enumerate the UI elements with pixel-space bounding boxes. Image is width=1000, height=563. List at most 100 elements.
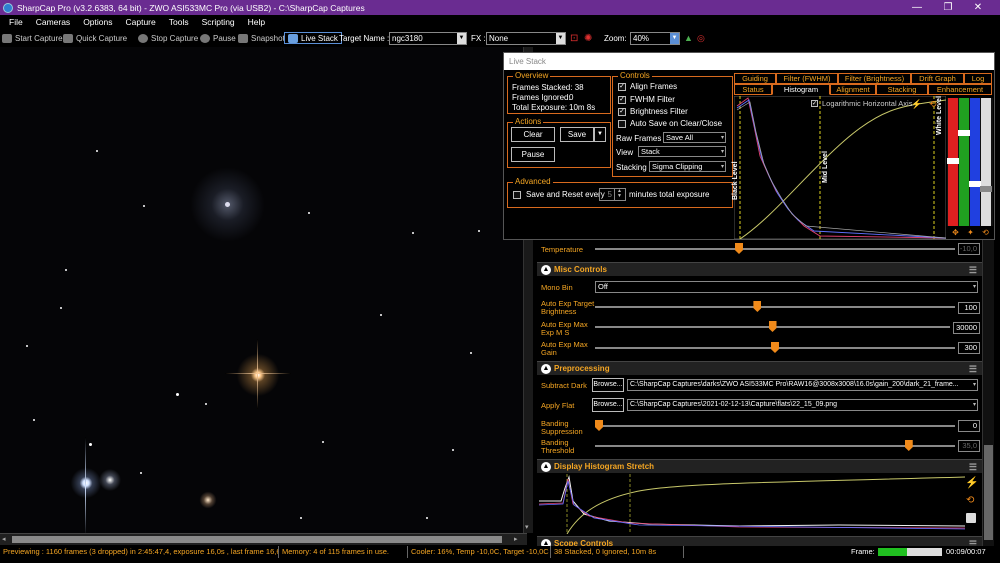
auto-color-icon[interactable]: ✦ xyxy=(967,227,974,238)
stop-capture-button[interactable]: Stop Capture xyxy=(138,32,198,44)
menu-cameras[interactable]: Cameras xyxy=(36,17,70,27)
save-icon[interactable] xyxy=(966,513,976,523)
chevron-down-icon[interactable]: ▼ xyxy=(670,33,679,44)
tab-status[interactable]: Status xyxy=(734,84,772,95)
chevron-down-icon[interactable]: ▼ xyxy=(556,33,565,44)
view-select[interactable]: Stack ▾ xyxy=(638,146,726,157)
fwhm-filter-label: FWHM Filter xyxy=(630,95,675,104)
menu-icon[interactable]: ☰ xyxy=(969,460,977,474)
live-stack-button[interactable]: Live Stack xyxy=(284,32,342,44)
chevron-left-icon[interactable]: ◂ xyxy=(2,535,6,543)
chevron-down-icon[interactable]: ▼ xyxy=(457,33,466,44)
pause-button[interactable]: Pause xyxy=(200,32,236,44)
tab-histogram[interactable]: Histogram xyxy=(772,84,830,95)
save-button[interactable]: Save xyxy=(560,127,594,142)
crosshair-icon[interactable]: ◎ xyxy=(697,32,705,44)
green-slider[interactable] xyxy=(958,98,970,226)
minutes-stepper[interactable]: 5 ▲ ▼ xyxy=(599,188,626,201)
star xyxy=(176,393,179,396)
camera-preview[interactable] xyxy=(0,47,527,533)
pause-button[interactable]: Pause xyxy=(511,147,555,162)
auto-exp-max-ms-value[interactable]: 30000 xyxy=(953,322,980,334)
target-icon[interactable]: ✺ xyxy=(584,32,592,44)
tab-guiding[interactable]: Guiding xyxy=(734,73,776,84)
scroll-thumb[interactable] xyxy=(12,536,502,543)
subtract-dark-path[interactable]: C:\SharpCap Captures\darks\ZWO ASI533MC … xyxy=(627,379,978,391)
target-name-input[interactable]: ngc3180 ▼ xyxy=(389,32,467,45)
menu-icon[interactable]: ☰ xyxy=(969,263,977,277)
save-dropdown-button[interactable]: ▼ xyxy=(594,127,606,142)
apply-flat-path[interactable]: C:\SharpCap Captures\2021-02-12-13\Captu… xyxy=(627,399,978,411)
auto-exp-target-value[interactable]: 100 xyxy=(958,302,980,314)
tab-stacking[interactable]: Stacking xyxy=(876,84,928,95)
tab-filter-fwhm[interactable]: Filter (FWHM) xyxy=(776,73,838,84)
brightness-filter-checkbox[interactable]: ✓ xyxy=(618,108,626,116)
tab-drift-graph[interactable]: Drift Graph xyxy=(911,73,964,84)
menu-capture[interactable]: Capture xyxy=(125,17,155,27)
misc-controls-header[interactable]: ▲ Misc Controls ☰ xyxy=(537,262,982,276)
preview-horizontal-scrollbar[interactable]: ◂ ▸ xyxy=(0,533,527,545)
overview-group: Overview Frames Stacked: 38 Frames Ignor… xyxy=(507,71,611,114)
log-axis-checkbox[interactable]: ✓ xyxy=(811,100,818,107)
banding-suppression-value[interactable]: 0 xyxy=(958,420,980,432)
fx-select[interactable]: None ▼ xyxy=(486,32,566,45)
display-histogram-stretch-header[interactable]: ▲ Display Histogram Stretch ☰ xyxy=(537,459,982,473)
red-slider[interactable] xyxy=(947,98,959,226)
auto-exp-max-ms-label: Auto Exp Max Exp M S xyxy=(541,320,588,337)
menu-scripting[interactable]: Scripting xyxy=(202,17,235,27)
banding-suppression-slider[interactable] xyxy=(595,420,955,431)
tab-filter-brightness[interactable]: Filter (Brightness) xyxy=(838,73,911,84)
banding-threshold-slider[interactable] xyxy=(595,440,955,451)
preprocessing-header[interactable]: ▲ Preprocessing ☰ xyxy=(537,361,982,375)
temperature-slider[interactable] xyxy=(595,243,955,254)
stacking-select[interactable]: Sigma Clipping ▾ xyxy=(649,161,726,172)
subtract-dark-browse-button[interactable]: Browse... xyxy=(592,378,624,392)
tab-enhancement[interactable]: Enhancement xyxy=(928,84,992,95)
minimize-button[interactable]: — xyxy=(902,0,932,15)
menu-tools[interactable]: Tools xyxy=(169,17,189,27)
clear-button[interactable]: Clear xyxy=(511,127,555,142)
control-panel-scrollbar[interactable] xyxy=(982,240,994,546)
collapse-icon[interactable]: ▲ xyxy=(541,462,551,472)
auto-stretch-icon[interactable]: ⚡ xyxy=(965,476,979,489)
align-frames-checkbox[interactable]: ✓ xyxy=(618,83,626,91)
start-capture-button[interactable]: Start Capture xyxy=(2,32,63,44)
luminance-slider[interactable] xyxy=(980,98,992,226)
auto-stretch-icon[interactable]: ⚡ xyxy=(911,99,922,110)
pick-icon[interactable]: ✥ xyxy=(952,227,959,238)
collapse-icon[interactable]: ▲ xyxy=(541,265,551,275)
brightness-filter-label: Brightness Filter xyxy=(630,107,688,116)
tab-alignment[interactable]: Alignment xyxy=(830,84,876,95)
apply-flat-browse-button[interactable]: Browse... xyxy=(592,398,624,412)
mono-bin-select[interactable]: Off ▾ xyxy=(595,281,978,293)
collapse-icon[interactable]: ▲ xyxy=(541,364,551,374)
menu-help[interactable]: Help xyxy=(248,17,265,27)
snapshot-button[interactable]: Snapshot xyxy=(238,32,285,44)
reset-icon[interactable]: ⟲ xyxy=(982,227,989,238)
auto-exp-max-gain-slider[interactable] xyxy=(595,342,955,353)
save-reset-checkbox[interactable] xyxy=(513,191,521,199)
histogram-icon[interactable]: ▲ xyxy=(684,32,693,44)
blue-slider[interactable] xyxy=(969,98,981,226)
zoom-select[interactable]: 40% ▼ xyxy=(630,32,680,45)
quick-capture-button[interactable]: Quick Capture xyxy=(63,32,127,44)
fwhm-filter-checkbox[interactable]: ✓ xyxy=(618,96,626,104)
display-histogram[interactable] xyxy=(539,474,965,534)
tab-log[interactable]: Log xyxy=(964,73,992,84)
menu-icon[interactable]: ☰ xyxy=(969,362,977,376)
close-button[interactable]: ✕ xyxy=(963,0,993,15)
menu-file[interactable]: File xyxy=(9,17,23,27)
auto-save-checkbox[interactable] xyxy=(618,120,626,128)
auto-exp-max-gain-value[interactable]: 300 xyxy=(958,342,980,354)
raw-frames-label: Raw Frames xyxy=(616,134,662,143)
raw-frames-select[interactable]: Save All ▾ xyxy=(663,132,726,143)
chevron-down-icon[interactable]: ▾ xyxy=(525,523,529,531)
chevron-right-icon[interactable]: ▸ xyxy=(514,535,518,543)
stack-histogram[interactable] xyxy=(734,96,946,239)
reset-icon[interactable]: ⟲ xyxy=(966,495,974,506)
maximize-button[interactable]: ❐ xyxy=(933,0,963,15)
auto-exp-max-ms-slider[interactable] xyxy=(595,321,950,332)
menu-options[interactable]: Options xyxy=(83,17,112,27)
auto-exp-target-slider[interactable] xyxy=(595,301,955,312)
record-icon[interactable]: ⊡ xyxy=(570,32,578,44)
